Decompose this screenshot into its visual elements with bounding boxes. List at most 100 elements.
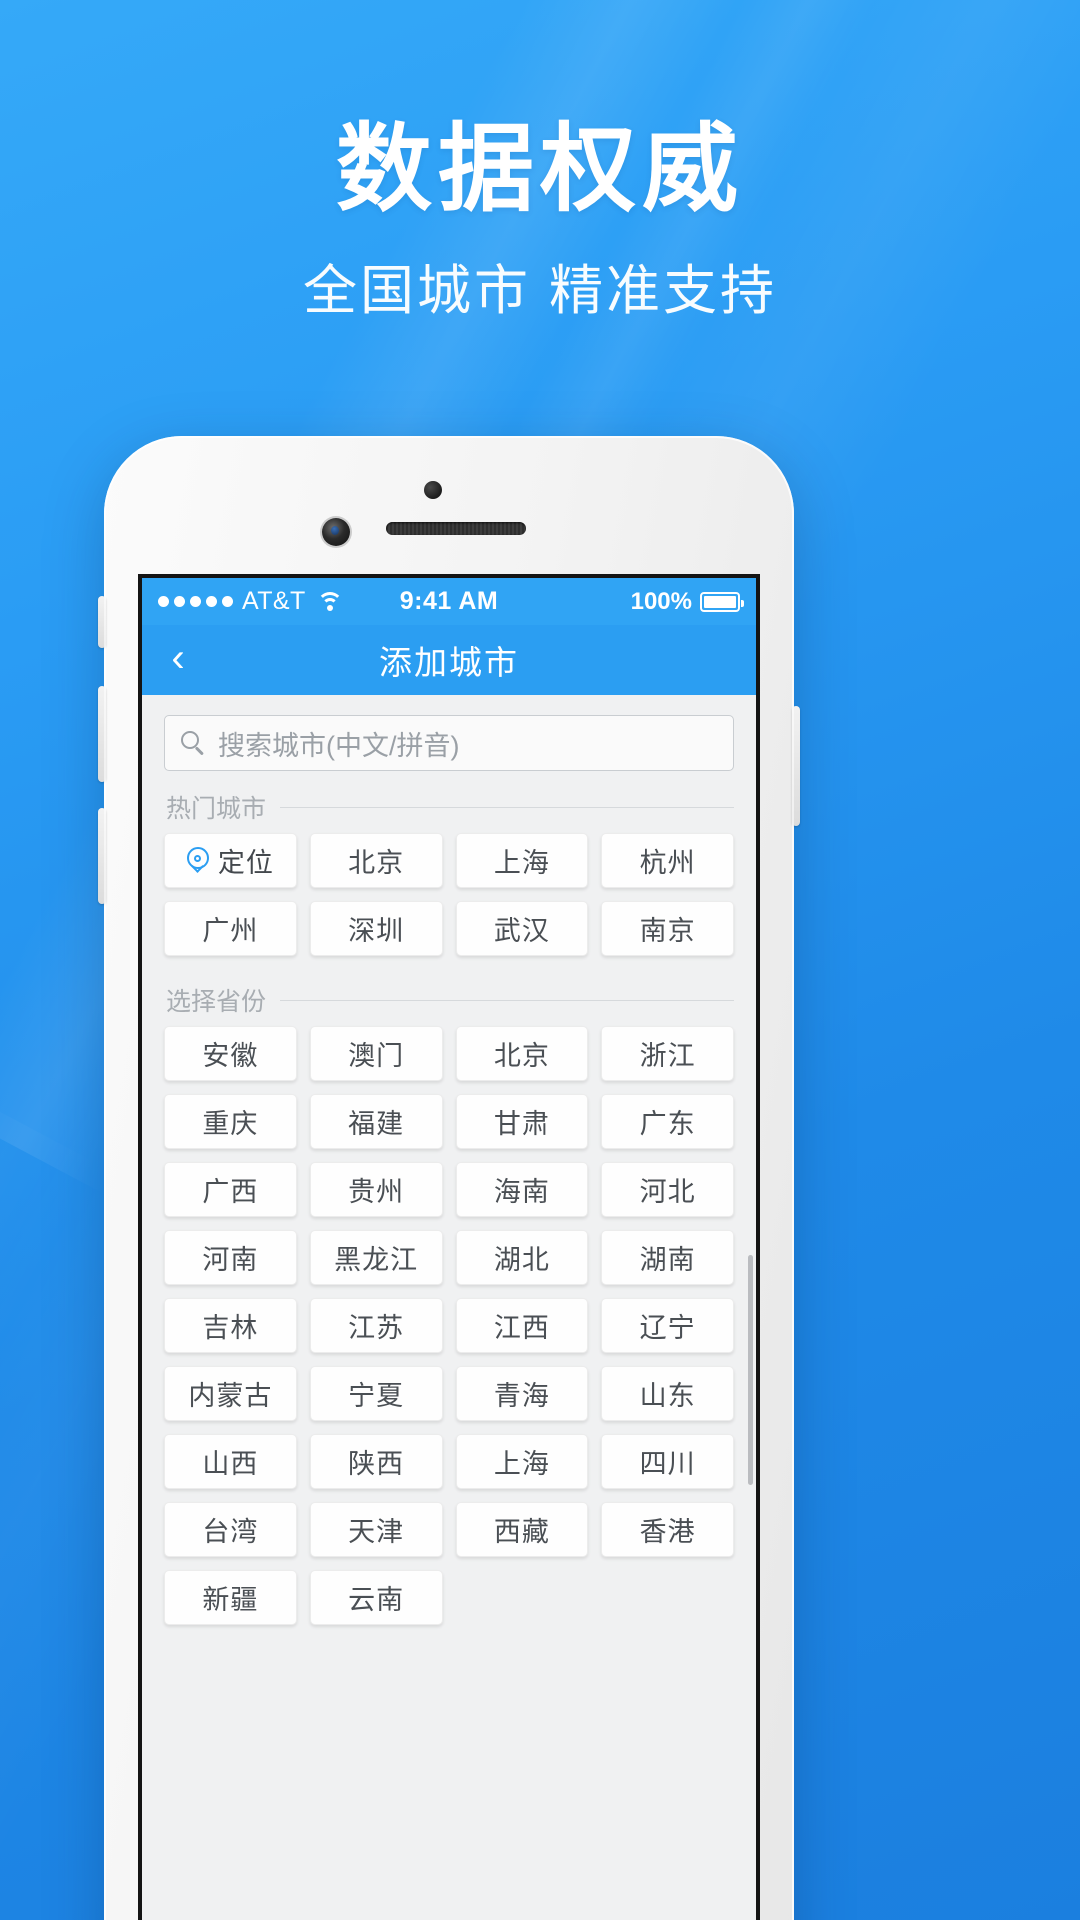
province-chip-label: 澳门 [348,1041,405,1071]
province-chip-label: 安徽 [202,1041,259,1071]
province-chip-label: 吉林 [202,1313,259,1343]
province-chip-浙江[interactable]: 浙江 [601,1026,734,1081]
province-chip-上海[interactable]: 上海 [455,1434,589,1489]
hot-city-chip-label: 武汉 [493,916,550,946]
province-chip-label: 陕西 [348,1449,405,1479]
mute-switch[interactable] [98,596,106,648]
hot-city-chip-南京[interactable]: 南京 [601,901,734,956]
province-chip-label: 湖南 [639,1245,696,1275]
volume-down-button[interactable] [98,808,106,904]
province-chip-label: 四川 [639,1449,696,1479]
province-chip-贵州[interactable]: 贵州 [309,1162,443,1217]
province-chip-label: 江苏 [348,1313,405,1343]
province-chip-label: 辽宁 [639,1313,696,1343]
hot-city-chip-北京[interactable]: 北京 [309,833,443,888]
province-chip-湖北[interactable]: 湖北 [455,1230,589,1285]
province-chip-台湾[interactable]: 台湾 [164,1502,297,1557]
province-chip-label: 台湾 [202,1517,259,1547]
province-chip-西藏[interactable]: 西藏 [455,1502,589,1557]
province-chip-海南[interactable]: 海南 [455,1162,589,1217]
hot-cities-section-header: 热门城市 [142,787,756,825]
battery-percent-label: 100% [630,587,692,615]
hot-city-chip-深圳[interactable]: 深圳 [309,901,443,956]
hot-city-chip-广州[interactable]: 广州 [164,901,297,956]
province-chip-福建[interactable]: 福建 [309,1094,443,1149]
province-chip-label: 江西 [493,1313,550,1343]
province-chip-湖南[interactable]: 湖南 [601,1230,734,1285]
province-chip-山西[interactable]: 山西 [164,1434,297,1489]
hot-city-chip-武汉[interactable]: 武汉 [455,901,589,956]
navigation-bar: ‹ 添加城市 [142,625,756,695]
hot-city-chip-label: 杭州 [639,848,696,878]
province-chip-辽宁[interactable]: 辽宁 [601,1298,734,1353]
proximity-sensor-icon [424,481,442,499]
province-chip-label: 贵州 [348,1177,405,1207]
province-chip-江西[interactable]: 江西 [455,1298,589,1353]
status-bar: AT&T 9:41 AM 100% [142,578,756,625]
search-input[interactable]: 搜索城市(中文/拼音) [164,715,734,771]
hot-city-chip-label: 南京 [639,916,696,946]
location-pin-icon [186,847,209,874]
hot-cities-grid: 定位 北京 上海 杭州广州 深圳 武汉 南京 [142,833,756,956]
province-chip-label: 内蒙古 [188,1381,273,1411]
page-title: 添加城市 [379,644,519,681]
province-chip-label: 天津 [348,1517,405,1547]
search-section: 搜索城市(中文/拼音) [142,695,756,785]
province-chip-香港[interactable]: 香港 [601,1502,734,1557]
provinces-label: 选择省份 [166,988,267,1016]
front-camera-icon [322,518,350,546]
province-chip-label: 西藏 [493,1517,550,1547]
province-chip-label: 甘肃 [493,1109,550,1139]
scrollbar[interactable] [748,1255,753,1485]
province-chip-天津[interactable]: 天津 [309,1502,443,1557]
volume-up-button[interactable] [98,686,106,782]
province-chip-label: 青海 [493,1381,550,1411]
province-chip-河北[interactable]: 河北 [601,1162,734,1217]
section-divider [280,806,734,808]
promo-headline: 数据权威 [336,116,744,223]
province-chip-label: 湖北 [493,1245,550,1275]
phone-screen: AT&T 9:41 AM 100% ‹ 添加城市 搜索城市(中文/拼音) 热门城… [142,578,756,1920]
promo-screenshot: 数据权威 全国城市 精准支持 AT&T 9:41 AM 100% ‹ 添加城市 … [0,0,1080,1920]
province-chip-澳门[interactable]: 澳门 [309,1026,443,1081]
province-chip-label: 广东 [639,1109,696,1139]
province-chip-内蒙古[interactable]: 内蒙古 [164,1366,297,1421]
province-chip-山东[interactable]: 山东 [601,1366,734,1421]
province-chip-广西[interactable]: 广西 [164,1162,297,1217]
province-chip-安徽[interactable]: 安徽 [164,1026,297,1081]
province-chip-甘肃[interactable]: 甘肃 [455,1094,589,1149]
hot-city-chip-label: 深圳 [348,916,405,946]
province-chip-陕西[interactable]: 陕西 [309,1434,443,1489]
province-chip-label: 河南 [202,1245,259,1275]
province-chip-云南[interactable]: 云南 [309,1570,443,1625]
province-chip-label: 广西 [202,1177,259,1207]
province-chip-label: 福建 [348,1109,405,1139]
province-chip-label: 北京 [493,1041,550,1071]
province-chip-江苏[interactable]: 江苏 [309,1298,443,1353]
province-chip-label: 香港 [639,1517,696,1547]
add-city-content: 搜索城市(中文/拼音) 热门城市 定位 北京 上海 杭州 广州 深圳 武汉 南京 选择省份 安… [142,695,756,1920]
hot-city-chip-定位[interactable]: 定位 [164,833,297,888]
hot-city-chip-杭州[interactable]: 杭州 [601,833,734,888]
province-chip-label: 重庆 [202,1109,259,1139]
province-chip-吉林[interactable]: 吉林 [164,1298,297,1353]
hot-city-chip-label: 定位 [217,848,274,878]
province-chip-黑龙江[interactable]: 黑龙江 [309,1230,443,1285]
province-chip-宁夏[interactable]: 宁夏 [309,1366,443,1421]
province-chip-河南[interactable]: 河南 [164,1230,297,1285]
province-chip-青海[interactable]: 青海 [455,1366,589,1421]
province-chip-重庆[interactable]: 重庆 [164,1094,297,1149]
province-chip-label: 海南 [493,1177,550,1207]
provinces-section-header: 选择省份 [142,980,756,1018]
province-chip-广东[interactable]: 广东 [601,1094,734,1149]
province-chip-新疆[interactable]: 新疆 [164,1570,297,1625]
province-chip-label: 新疆 [202,1585,259,1615]
hot-city-chip-label: 广州 [202,916,259,946]
province-chip-label: 河北 [639,1177,696,1207]
province-chip-北京[interactable]: 北京 [455,1026,589,1081]
power-button[interactable] [792,706,800,826]
province-chip-四川[interactable]: 四川 [601,1434,734,1489]
hot-city-chip-上海[interactable]: 上海 [455,833,589,888]
province-chip-label: 浙江 [639,1041,696,1071]
